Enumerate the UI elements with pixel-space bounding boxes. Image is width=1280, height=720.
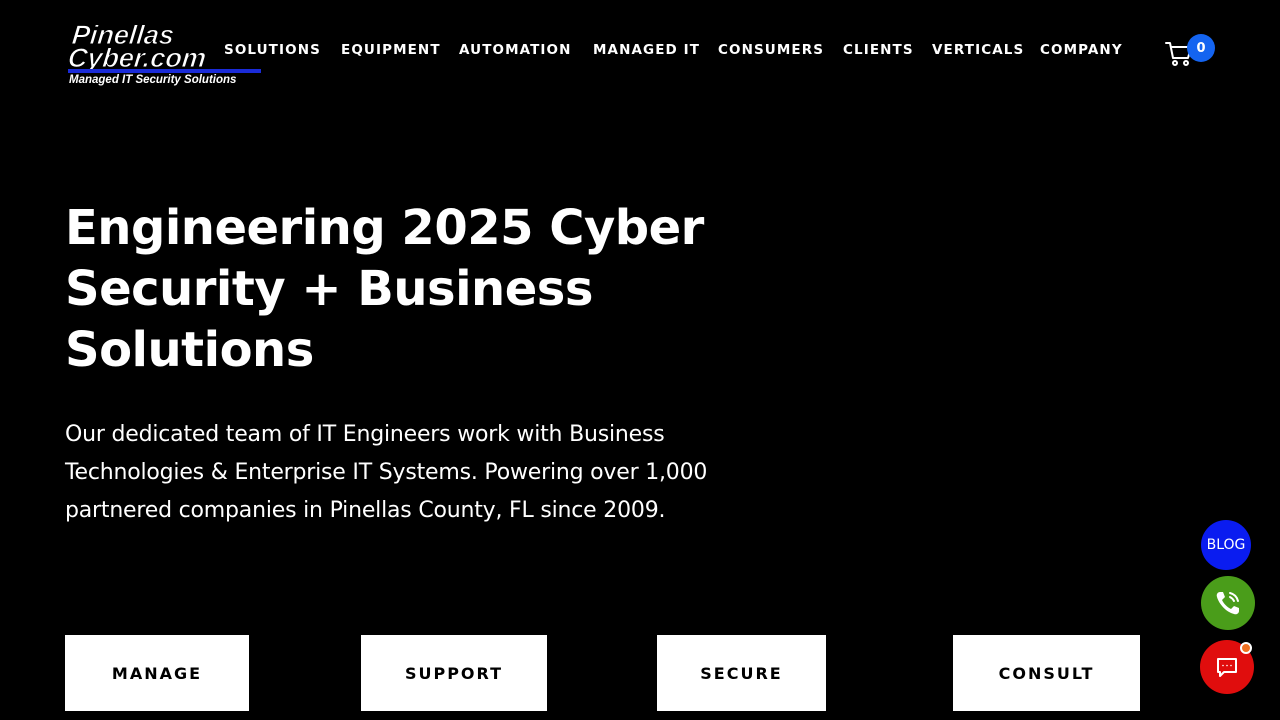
hero-description: Our dedicated team of IT Engineers work … xyxy=(65,422,708,523)
secure-button[interactable]: SECURE xyxy=(657,635,826,711)
logo-underline xyxy=(68,69,261,73)
nav-item-managed-it[interactable]: MANAGED IT xyxy=(593,42,700,58)
blog-button[interactable]: BLOG xyxy=(1201,520,1251,570)
chat-notification-dot xyxy=(1240,642,1252,654)
support-button[interactable]: SUPPORT xyxy=(361,635,547,711)
hero-title: Engineering 2025 Cyber Security + Busine… xyxy=(65,200,704,378)
consult-button[interactable]: CONSULT xyxy=(953,635,1140,711)
manage-button[interactable]: MANAGE xyxy=(65,635,249,711)
nav-item-company[interactable]: COMPANY xyxy=(1040,42,1123,58)
chat-icon xyxy=(1217,658,1237,677)
nav-item-automation[interactable]: AUTOMATION xyxy=(459,42,572,58)
logo-tagline: Managed IT Security Solutions xyxy=(69,74,237,86)
phone-button[interactable] xyxy=(1201,576,1255,630)
nav-item-solutions[interactable]: SOLUTIONS xyxy=(224,42,321,58)
nav-item-equipment[interactable]: EQUIPMENT xyxy=(341,42,441,58)
phone-icon xyxy=(1216,592,1239,615)
nav-item-consumers[interactable]: CONSUMERS xyxy=(718,42,824,58)
cart-count-badge: 0 xyxy=(1187,34,1215,62)
nav-item-clients[interactable]: CLIENTS xyxy=(843,42,914,58)
nav-item-verticals[interactable]: VERTICALS xyxy=(932,42,1024,58)
logo-line2: Cyber.com xyxy=(66,43,208,74)
